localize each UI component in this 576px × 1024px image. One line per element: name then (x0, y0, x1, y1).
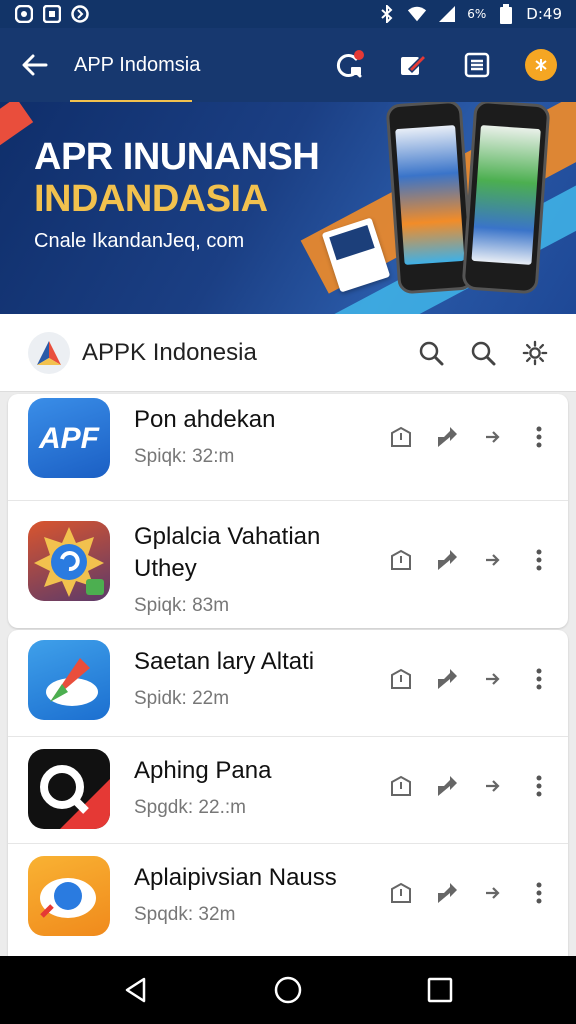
signal-icon (437, 4, 457, 24)
record-icon (14, 4, 34, 24)
phone-illustration (385, 102, 475, 295)
back-arrow-icon[interactable] (18, 48, 52, 82)
banner-headline: APR INUNANSH (34, 136, 320, 178)
app-size: Spiqk: 83m (134, 595, 230, 616)
more-vert-icon[interactable] (526, 666, 552, 692)
app-list-item[interactable]: Aphing Pana Spgdk: 22.:m (8, 737, 568, 844)
app-name: Saetan lary Altati (134, 648, 315, 675)
share-icon[interactable] (434, 666, 460, 692)
share-icon[interactable] (434, 773, 460, 799)
app-list-item[interactable]: Saetan lary Altati Spidk: 22m (8, 630, 568, 737)
clock: D:49 (526, 5, 562, 23)
apf-icon: APF (28, 398, 110, 478)
search-icon[interactable] (418, 340, 444, 366)
nav-home-icon[interactable] (268, 970, 308, 1010)
forward-arrow-icon[interactable] (480, 773, 506, 799)
edit-pen-icon (401, 53, 427, 75)
svg-text:APF: APF (38, 422, 100, 455)
coin-button[interactable] (524, 48, 558, 82)
banner-stripe (0, 102, 34, 157)
forward-arrow-icon[interactable] (480, 547, 506, 573)
more-vert-icon[interactable] (526, 880, 552, 906)
store-brand-name: APPK Indonesia (82, 338, 257, 366)
battery-percent: 6% (467, 7, 487, 21)
bluetooth-icon (377, 4, 397, 24)
app-name: Aplaipivsian Nauss (134, 864, 337, 891)
sync-icon (70, 4, 90, 24)
forward-arrow-icon[interactable] (480, 880, 506, 906)
edit-button[interactable] (396, 48, 430, 82)
app-list-item[interactable]: Gplalcia Vahatian Uthey Spiqk: 83m (8, 501, 568, 628)
download-box-icon[interactable] (388, 880, 414, 906)
forward-arrow-icon[interactable] (480, 666, 506, 692)
system-nav-bar (0, 956, 576, 1024)
phone-illustration (461, 102, 551, 295)
q-logo-icon (28, 749, 110, 829)
banner-headline-accent: INDANDASIA (34, 178, 268, 220)
app-size: Spiqk: 32:m (134, 446, 235, 467)
more-vert-icon[interactable] (526, 424, 552, 450)
app-list-group: APF Pon ahdekan Spiqk: 32:m Gplalcia Vah… (8, 394, 568, 628)
nav-recents-icon[interactable] (420, 970, 460, 1010)
share-icon[interactable] (434, 547, 460, 573)
store-header: APPK Indonesia (0, 314, 576, 392)
download-box-icon[interactable] (388, 773, 414, 799)
search-icon[interactable] (470, 340, 496, 366)
app-list-item[interactable]: APF Pon ahdekan Spiqk: 32:m (8, 394, 568, 501)
more-vert-icon[interactable] (526, 773, 552, 799)
app-name: Gplalcia Vahatian Uthey (134, 523, 321, 582)
promo-banner[interactable]: APR INUNANSH INDANDASIA Cnale IkandanJeq… (0, 102, 576, 314)
list-icon (464, 52, 490, 78)
notification-badge (354, 50, 364, 60)
status-bar: 6% D:49 (0, 0, 576, 28)
nav-back-icon[interactable] (116, 970, 156, 1010)
download-box-icon[interactable] (388, 547, 414, 573)
share-icon[interactable] (434, 424, 460, 450)
app-list-item[interactable]: Aplaipivsian Nauss Spqdk: 32m (8, 844, 568, 951)
settings-gear-icon[interactable] (522, 340, 548, 366)
coin-icon (525, 49, 557, 81)
notification-button[interactable] (332, 48, 366, 82)
app-size: Spgdk: 22.:m (134, 797, 246, 818)
forward-arrow-icon[interactable] (480, 424, 506, 450)
share-icon[interactable] (434, 880, 460, 906)
app-size: Spqdk: 32m (134, 904, 236, 925)
app-name: Aphing Pana (134, 757, 272, 784)
app-size: Spidk: 22m (134, 688, 230, 709)
app-bar: APP Indomsia (0, 28, 576, 102)
download-box-icon[interactable] (388, 666, 414, 692)
square-app-icon (42, 4, 62, 24)
app-list-group: Saetan lary Altati Spidk: 22m Aphing Pan… (8, 630, 568, 956)
wifi-icon (407, 4, 427, 24)
download-box-icon[interactable] (388, 424, 414, 450)
list-menu-button[interactable] (460, 48, 494, 82)
app-name: Pon ahdekan (134, 406, 276, 433)
sun-shield-icon (28, 521, 110, 601)
brand-logo-icon (28, 331, 70, 374)
orb-icon (28, 856, 110, 936)
banner-subtitle: Cnale IkandanJeq, com (34, 230, 245, 252)
app-bar-title: APP Indomsia (74, 53, 201, 76)
battery-icon (496, 4, 516, 24)
more-vert-icon[interactable] (526, 547, 552, 573)
rocket-cloud-icon (28, 640, 110, 720)
